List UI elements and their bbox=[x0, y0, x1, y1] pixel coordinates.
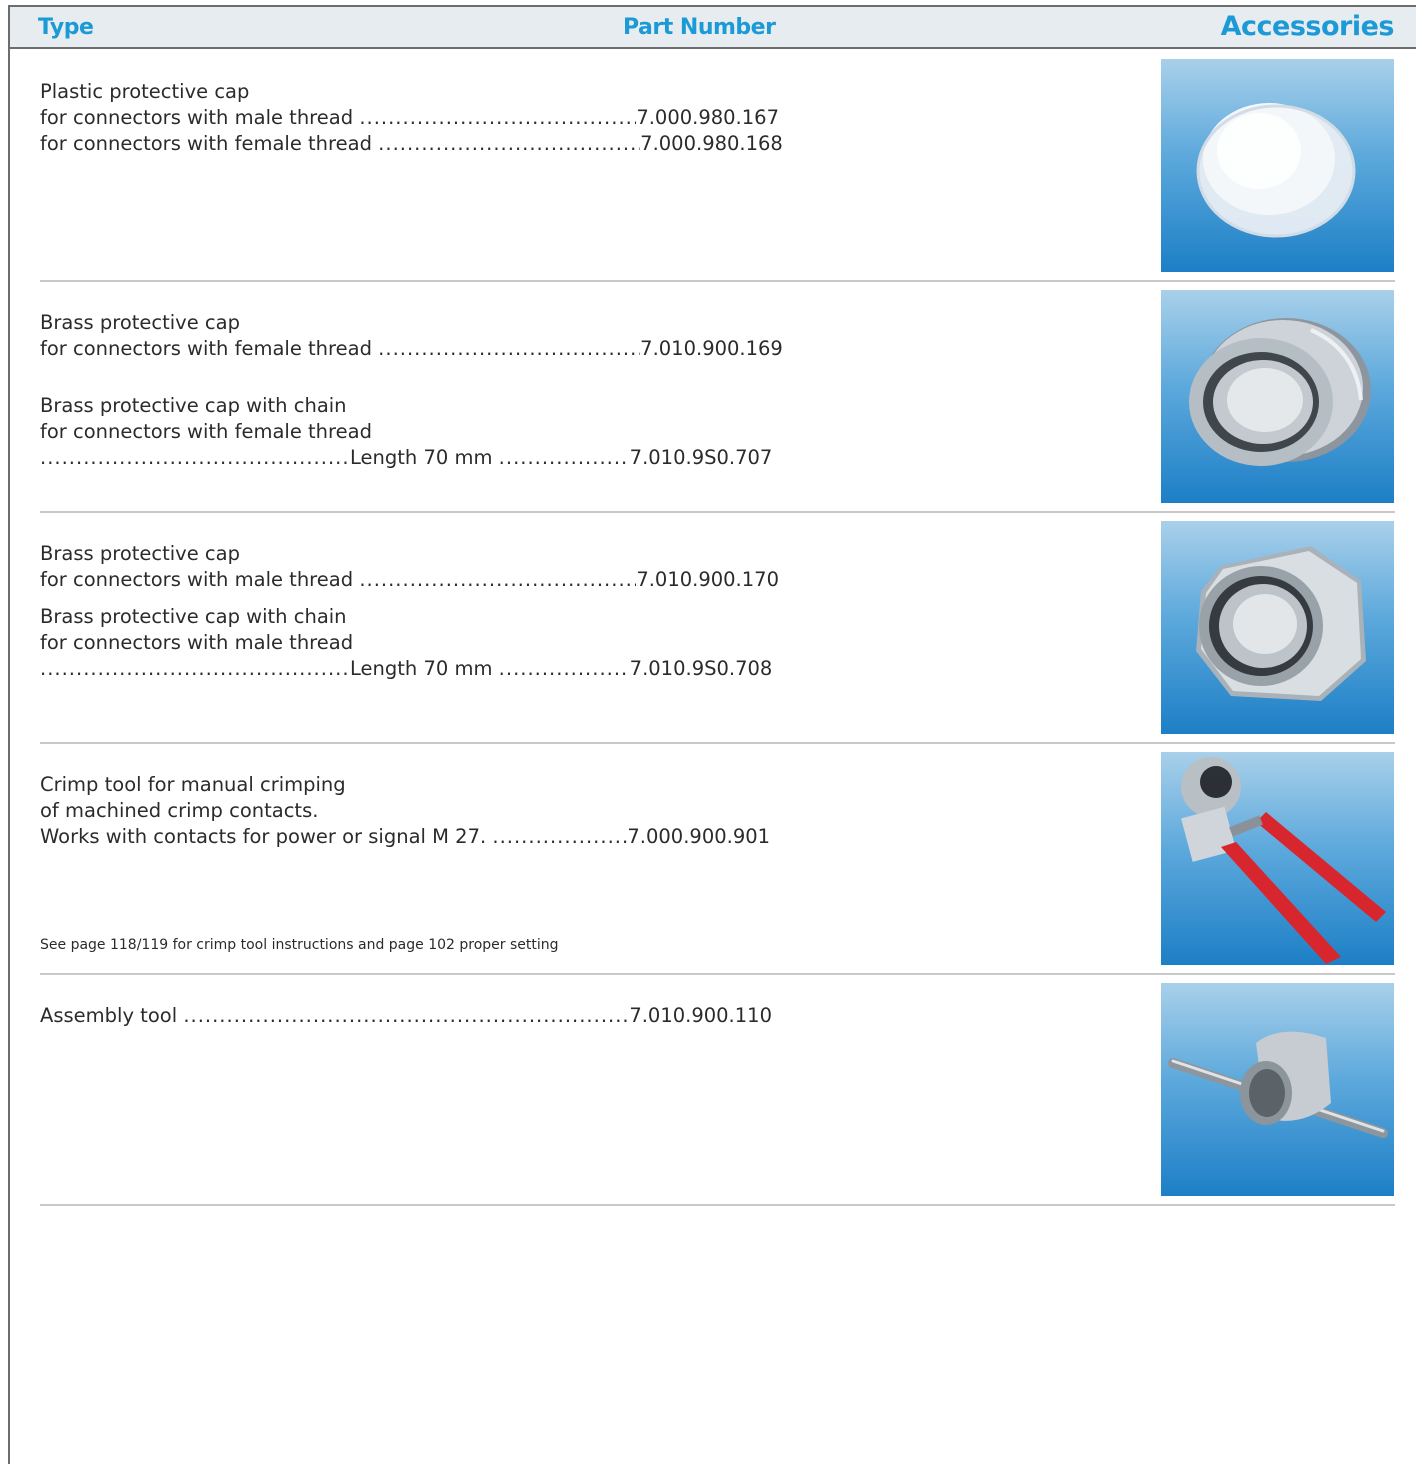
dot-leader: .................................. bbox=[498, 657, 630, 680]
dot-leader: .................................. bbox=[492, 825, 627, 848]
line-description: for connectors with female thread bbox=[40, 132, 372, 155]
product-line: for connectors with female thread ......… bbox=[40, 131, 783, 157]
brass-cap-male-photo bbox=[1161, 521, 1394, 734]
column-header-accessories: Accessories bbox=[1220, 11, 1395, 42]
assembly-tool-photo bbox=[1161, 983, 1394, 1196]
column-header-part-number: Part Number bbox=[623, 15, 776, 40]
crimp-tool-note: See page 118/119 for crimp tool instruct… bbox=[40, 937, 559, 953]
part-number: 7.010.900.110 bbox=[629, 1004, 772, 1027]
product-sub-title: Brass protective cap with chain bbox=[40, 605, 347, 628]
assembly-tool-icon bbox=[1168, 1031, 1388, 1138]
part-number: 7.010.900.170 bbox=[636, 568, 779, 591]
section-divider bbox=[40, 280, 1395, 282]
product-title: Brass protective cap bbox=[40, 542, 240, 565]
section-divider bbox=[40, 973, 1395, 975]
product-line: Works with contacts for power or signal … bbox=[40, 824, 770, 850]
crimp-tool-icon bbox=[1181, 757, 1386, 964]
dot-leader: ........................................… bbox=[183, 1004, 630, 1027]
product-sub-text: for connectors with male thread bbox=[40, 631, 354, 654]
dot-leader: ........................................… bbox=[40, 657, 350, 680]
line-description: for connectors with female thread bbox=[40, 337, 372, 360]
product-sub-text: for connectors with female thread bbox=[40, 420, 372, 443]
product-line: for connectors with female thread ......… bbox=[40, 336, 783, 362]
product-title: Plastic protective cap bbox=[40, 80, 250, 103]
section-divider bbox=[40, 1204, 1395, 1206]
dot-leader: ........................................… bbox=[359, 568, 636, 591]
plastic-cap-photo bbox=[1161, 59, 1394, 272]
dot-leader: ........................................… bbox=[40, 446, 350, 469]
column-header-type: Type bbox=[38, 15, 94, 40]
product-sub-title: Brass protective cap with chain bbox=[40, 394, 347, 417]
brass-cap-male-icon bbox=[1196, 546, 1366, 701]
product-title: Crimp tool for manual crimping bbox=[40, 773, 346, 796]
product-line: for connectors with male thread ........… bbox=[40, 567, 779, 593]
product-line: for connectors with male thread ........… bbox=[40, 105, 779, 131]
brass-cap-female-icon bbox=[1189, 318, 1371, 466]
part-number: 7.000.980.167 bbox=[636, 106, 779, 129]
dot-leader: ........................................… bbox=[378, 132, 640, 155]
product-line2: of machined crimp contacts. bbox=[40, 799, 319, 822]
table-header: Type Part Number Accessories bbox=[10, 7, 1416, 49]
line-description: Assembly tool bbox=[40, 1004, 178, 1027]
length-label: Length 70 mm bbox=[350, 657, 493, 680]
part-number: 7.010.900.169 bbox=[640, 337, 783, 360]
dot-leader: .................................. bbox=[498, 446, 630, 469]
dot-leader: ........................................… bbox=[378, 337, 640, 360]
brass-cap-female-photo bbox=[1161, 290, 1394, 503]
line-description: Works with contacts for power or signal … bbox=[40, 825, 487, 848]
part-number: 7.010.9S0.708 bbox=[629, 657, 773, 680]
section-divider bbox=[40, 742, 1395, 744]
product-line-length: ........................................… bbox=[40, 656, 772, 682]
line-description: for connectors with male thread bbox=[40, 568, 354, 591]
part-number: 7.000.980.168 bbox=[640, 132, 783, 155]
section-divider bbox=[40, 511, 1395, 513]
part-number: 7.010.9S0.707 bbox=[629, 446, 773, 469]
plastic-cap-icon bbox=[1196, 103, 1356, 238]
dot-leader: ........................................… bbox=[359, 106, 636, 129]
part-number: 7.000.900.901 bbox=[627, 825, 771, 848]
product-line-length: ........................................… bbox=[40, 445, 772, 471]
product-title: Brass protective cap bbox=[40, 311, 240, 334]
crimp-tool-photo bbox=[1161, 752, 1394, 965]
product-line: Assembly tool ..........................… bbox=[40, 1003, 772, 1029]
length-label: Length 70 mm bbox=[350, 446, 493, 469]
line-description: for connectors with male thread bbox=[40, 106, 354, 129]
